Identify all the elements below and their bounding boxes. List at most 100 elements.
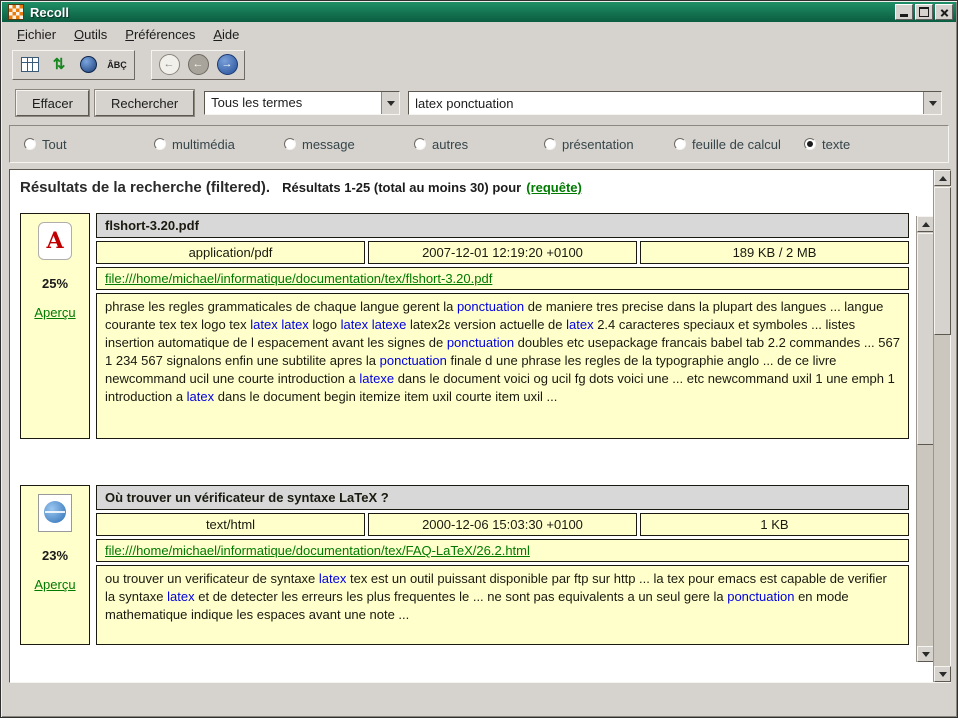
result-snippet: ou trouver un verificateur de syntaxe la… [96, 565, 909, 645]
menubar: Fichier Outils Préférences Aide [2, 22, 956, 47]
filter-tout[interactable]: Tout [24, 137, 154, 152]
category-filter-panel: Tout multimédia message autres présentat… [9, 125, 949, 163]
status-bar [2, 682, 956, 716]
result-date: 2000-12-06 15:03:30 +0100 [368, 513, 637, 536]
update-index-button[interactable]: ⇅ [46, 53, 72, 77]
result-item: 23% Aperçu Où trouver un vérificateur de… [20, 482, 912, 648]
menu-aide[interactable]: Aide [204, 24, 248, 45]
result-url-link[interactable]: file:///home/michael/informatique/docume… [105, 543, 530, 558]
clear-button[interactable]: Effacer [16, 90, 89, 116]
result-size: 189 KB / 2 MB [640, 241, 909, 264]
search-button[interactable]: Rechercher [95, 90, 194, 116]
toolbar-group-tools: ⇅ ÂBÇ [12, 50, 135, 80]
radio-icon [284, 138, 296, 150]
query-details-link[interactable]: (requête) [526, 180, 582, 195]
relevance-percent: 23% [42, 548, 68, 563]
window-controls [895, 4, 953, 20]
search-mode-select[interactable]: Tous les termes [204, 91, 400, 115]
preview-link[interactable]: Aperçu [34, 305, 75, 320]
results-stats: Résultats 1-25 (total au moins 30) pour [282, 180, 521, 195]
term-explorer-icon: ÂBÇ [107, 60, 127, 70]
update-index-icon: ⇅ [53, 57, 66, 72]
minimize-button[interactable] [895, 4, 913, 20]
clear-search-button[interactable] [17, 53, 43, 77]
maximize-button[interactable] [915, 4, 933, 20]
scroll-down-button[interactable] [917, 646, 934, 662]
menu-preferences[interactable]: Préférences [116, 24, 204, 45]
filter-texte[interactable]: texte [804, 137, 934, 152]
scroll-up-button[interactable] [917, 216, 934, 232]
filter-autres[interactable]: autres [414, 137, 544, 152]
window-title: Recoll [30, 5, 895, 20]
result-date: 2007-12-01 12:19:20 +0100 [368, 241, 637, 264]
scrollbar-thumb[interactable] [934, 187, 951, 335]
search-query-combo [408, 91, 942, 115]
radio-icon [804, 138, 816, 150]
radio-icon [674, 138, 686, 150]
chevron-down-icon [929, 101, 937, 106]
radio-icon [414, 138, 426, 150]
first-page-icon: ← [159, 54, 180, 75]
result-url-link[interactable]: file:///home/michael/informatique/docume… [105, 271, 492, 286]
results-title: Résultats de la recherche (filtered). [20, 179, 270, 196]
maximize-icon [919, 7, 929, 17]
scroll-down-button[interactable] [934, 666, 951, 682]
next-page-button[interactable]: → [214, 53, 240, 77]
preview-link[interactable]: Aperçu [34, 577, 75, 592]
radio-icon [154, 138, 166, 150]
right-arrow-icon: → [217, 54, 238, 75]
prev-page-button[interactable]: ← [185, 53, 211, 77]
results-area: Résultats de la recherche (filtered). Rés… [9, 169, 951, 683]
triangle-down-icon [922, 652, 930, 657]
radio-icon [24, 138, 36, 150]
relevance-percent: 25% [42, 276, 68, 291]
filter-message[interactable]: message [284, 137, 414, 152]
term-explorer-button[interactable]: ÂBÇ [104, 53, 130, 77]
toolbar: ⇅ ÂBÇ ← ← → [2, 47, 245, 82]
filter-feuille-de-calcul[interactable]: feuille de calcul [674, 137, 804, 152]
result-title: Où trouver un vérificateur de syntaxe La… [96, 485, 909, 510]
result-detail-table: flshort-3.20.pdf application/pdf 2007-12… [93, 210, 912, 442]
result-size: 1 KB [640, 513, 909, 536]
chevron-down-icon [387, 101, 395, 106]
result-detail-table: Où trouver un vérificateur de syntaxe La… [93, 482, 912, 648]
first-page-button[interactable]: ← [156, 53, 182, 77]
scroll-up-button[interactable] [934, 170, 951, 186]
result-mime-type: application/pdf [96, 241, 365, 264]
triangle-up-icon [922, 222, 930, 227]
triangle-down-icon [939, 672, 947, 677]
search-query-input[interactable] [409, 92, 923, 114]
result-item: 25% Aperçu flshort-3.20.pdf application/… [20, 210, 912, 442]
search-mode-dropdown-button[interactable] [381, 92, 399, 114]
result-mime-type: text/html [96, 513, 365, 536]
search-row: Effacer Rechercher Tous les termes [2, 87, 956, 119]
scrollbar-thumb[interactable] [917, 233, 934, 445]
results-heading: Résultats de la recherche (filtered). Rés… [20, 179, 916, 196]
filter-presentation[interactable]: présentation [544, 137, 674, 152]
close-button[interactable] [935, 4, 953, 20]
triangle-up-icon [939, 176, 947, 181]
radio-icon [544, 138, 556, 150]
history-icon [80, 56, 97, 73]
result-title: flshort-3.20.pdf [96, 213, 909, 238]
menu-outils[interactable]: Outils [65, 24, 116, 45]
results-page-scrollbar[interactable] [933, 170, 950, 682]
html-file-icon [38, 494, 72, 532]
left-arrow-icon: ← [188, 54, 209, 75]
results-list-scrollbar[interactable] [916, 216, 933, 662]
recoll-app-icon [8, 4, 24, 20]
results-list: Résultats de la recherche (filtered). Rés… [10, 170, 916, 682]
history-button[interactable] [75, 53, 101, 77]
minimize-icon [900, 14, 908, 17]
titlebar[interactable]: Recoll [2, 2, 956, 22]
search-history-dropdown-button[interactable] [923, 92, 941, 114]
toolbar-group-navigation: ← ← → [151, 50, 245, 80]
close-icon [940, 8, 949, 17]
result-snippet: phrase les regles grammaticales de chaqu… [96, 293, 909, 439]
pdf-file-icon [38, 222, 72, 260]
menu-fichier[interactable]: Fichier [8, 24, 65, 45]
result-side-panel: 23% Aperçu [20, 485, 90, 645]
filter-multimedia[interactable]: multimédia [154, 137, 284, 152]
search-mode-value: Tous les termes [205, 92, 381, 114]
result-side-panel: 25% Aperçu [20, 213, 90, 439]
